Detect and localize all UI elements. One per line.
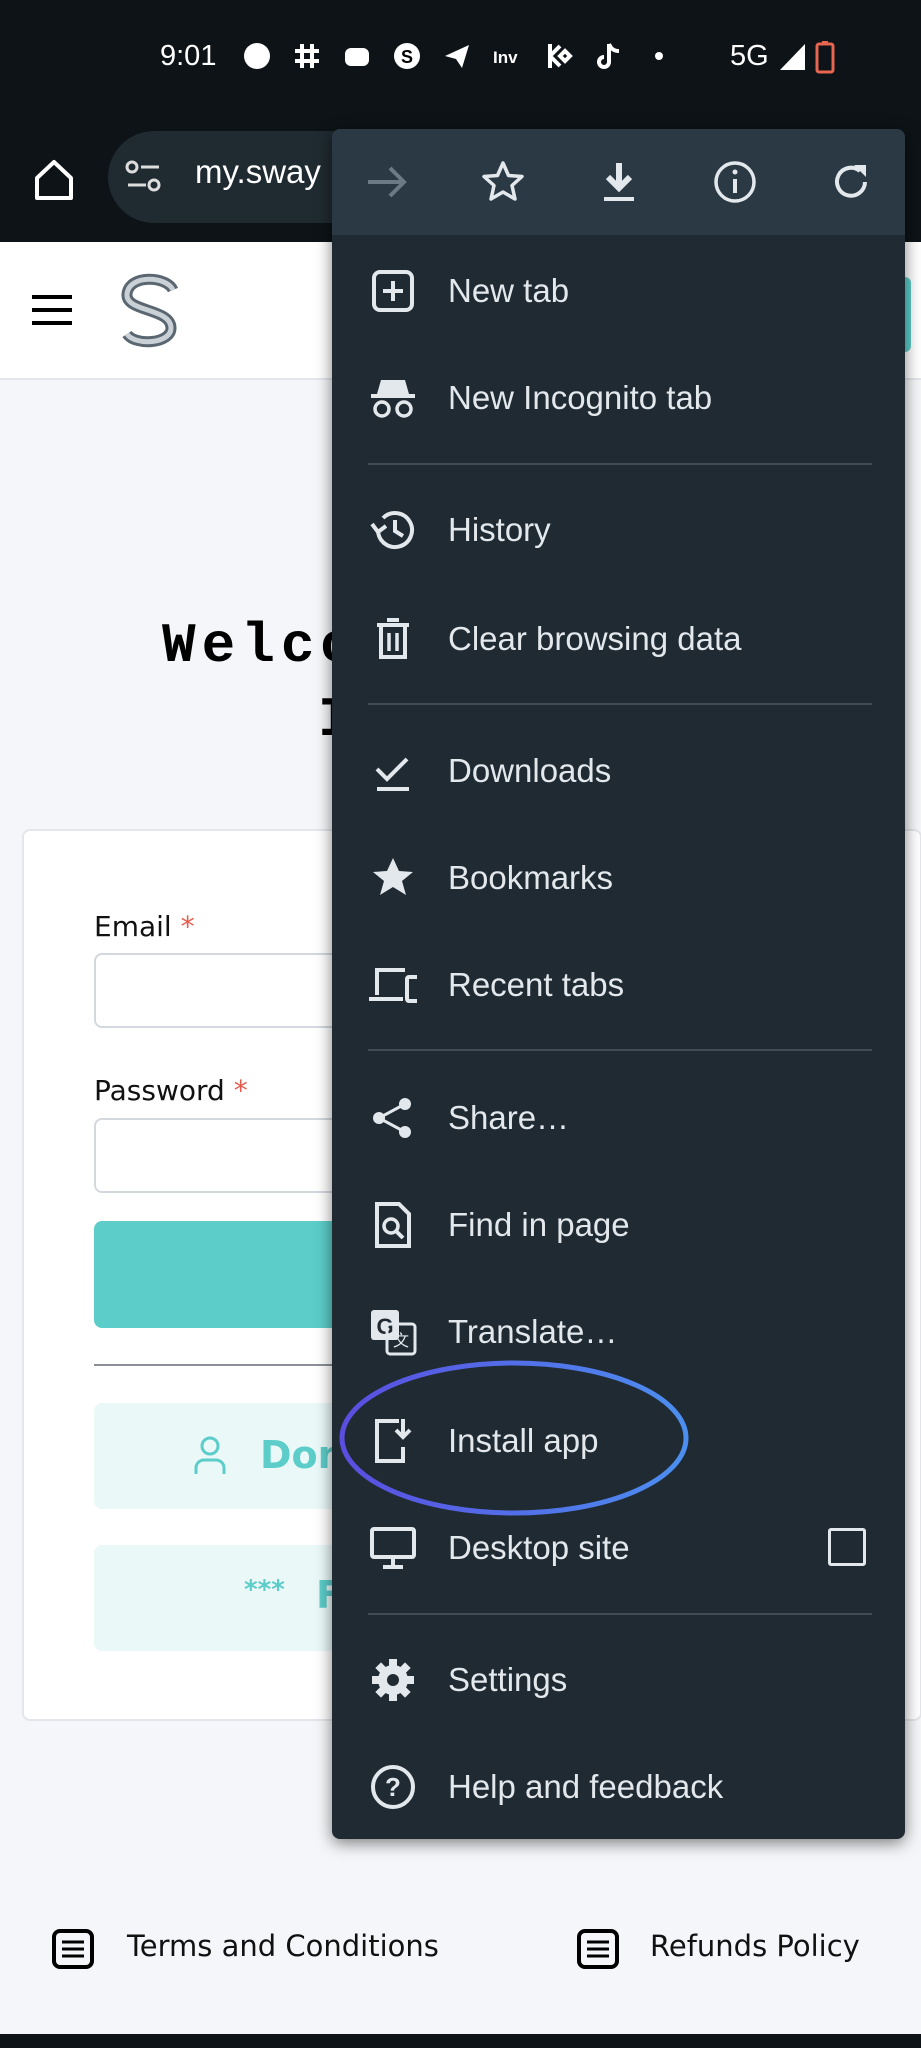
- star-icon: [369, 854, 417, 902]
- terms-link[interactable]: Terms and Conditions: [127, 1929, 439, 1963]
- invideo-icon: Inv: [493, 48, 518, 67]
- site-logo[interactable]: [115, 272, 185, 348]
- telegram-icon: [445, 45, 469, 68]
- browser-menu: New tab New Incognito tab History Clear …: [332, 129, 905, 1839]
- menu-item-new-incognito-tab[interactable]: New Incognito tab: [332, 344, 905, 451]
- dot-icon: [655, 52, 663, 60]
- menu-divider: [368, 1049, 872, 1051]
- desktop-site-checkbox[interactable]: [828, 1528, 866, 1566]
- menu-item-find-in-page[interactable]: Find in page: [332, 1171, 905, 1278]
- menu-item-share[interactable]: Share…: [332, 1064, 905, 1171]
- battery-icon: [815, 41, 835, 74]
- menu-item-recent-tabs[interactable]: Recent tabs: [332, 931, 905, 1038]
- clock: 9:01: [160, 40, 217, 72]
- svg-text:文: 文: [393, 1332, 409, 1350]
- password-label: Password *: [94, 1074, 248, 1107]
- svg-text:G: G: [376, 1314, 393, 1339]
- email-label: Email *: [94, 910, 195, 943]
- menu-divider: [368, 1613, 872, 1615]
- kucoin-icon: [548, 44, 573, 68]
- password-dots-icon: ***: [244, 1575, 285, 1605]
- nav-bar: [0, 2034, 921, 2048]
- messenger-icon: [244, 43, 270, 69]
- menu-item-history[interactable]: History: [332, 476, 905, 583]
- menu-item-downloads[interactable]: Downloads: [332, 717, 905, 824]
- site-settings-icon[interactable]: [124, 159, 164, 195]
- forward-icon[interactable]: [364, 159, 410, 205]
- reload-icon[interactable]: [828, 159, 874, 205]
- url-text[interactable]: my.sway: [195, 153, 321, 191]
- svg-text:S: S: [401, 47, 413, 67]
- signal-icon: [780, 44, 805, 70]
- header-button-edge[interactable]: [905, 277, 911, 352]
- find-in-page-icon: [369, 1201, 417, 1249]
- network-type: 5G: [730, 40, 769, 72]
- svg-text:?: ?: [385, 1772, 401, 1802]
- discord-icon: [345, 48, 369, 66]
- menu-item-clear-browsing-data[interactable]: Clear browsing data: [332, 585, 905, 692]
- hamburger-menu-icon[interactable]: [32, 294, 72, 326]
- gear-icon: [369, 1656, 417, 1704]
- slack-icon: [295, 44, 319, 68]
- welcome-heading: Welco: [162, 614, 361, 678]
- menu-item-help-and-feedback[interactable]: ? Help and feedback: [332, 1733, 905, 1840]
- new-tab-icon: [369, 267, 417, 315]
- trash-icon: [369, 615, 417, 663]
- bookmark-star-icon[interactable]: [480, 159, 526, 205]
- skype-icon: S: [394, 43, 420, 69]
- menu-divider: [368, 703, 872, 705]
- highlight-ellipse: [339, 1360, 689, 1516]
- desktop-icon: [369, 1524, 417, 1572]
- downloads-check-icon: [369, 747, 417, 795]
- svg-text:Inv: Inv: [493, 48, 518, 67]
- history-icon: [369, 506, 417, 554]
- document-icon: [577, 1929, 619, 1969]
- menu-divider: [368, 463, 872, 465]
- home-icon[interactable]: [32, 158, 76, 202]
- incognito-icon: [369, 374, 417, 422]
- help-icon: ?: [369, 1763, 417, 1811]
- info-icon[interactable]: [712, 159, 758, 205]
- devices-icon: [369, 961, 417, 1009]
- menu-toolbar: [332, 129, 905, 235]
- menu-item-new-tab[interactable]: New tab: [332, 237, 905, 344]
- translate-icon: G文: [369, 1308, 417, 1356]
- user-icon: [194, 1436, 226, 1474]
- document-icon: [52, 1929, 94, 1969]
- download-icon[interactable]: [596, 159, 642, 205]
- menu-item-settings[interactable]: Settings: [332, 1626, 905, 1733]
- menu-item-bookmarks[interactable]: Bookmarks: [332, 824, 905, 931]
- notification-icons: S Inv: [243, 42, 673, 70]
- share-icon: [369, 1094, 417, 1142]
- refunds-link[interactable]: Refunds Policy: [650, 1929, 860, 1963]
- tiktok-icon: [597, 43, 620, 69]
